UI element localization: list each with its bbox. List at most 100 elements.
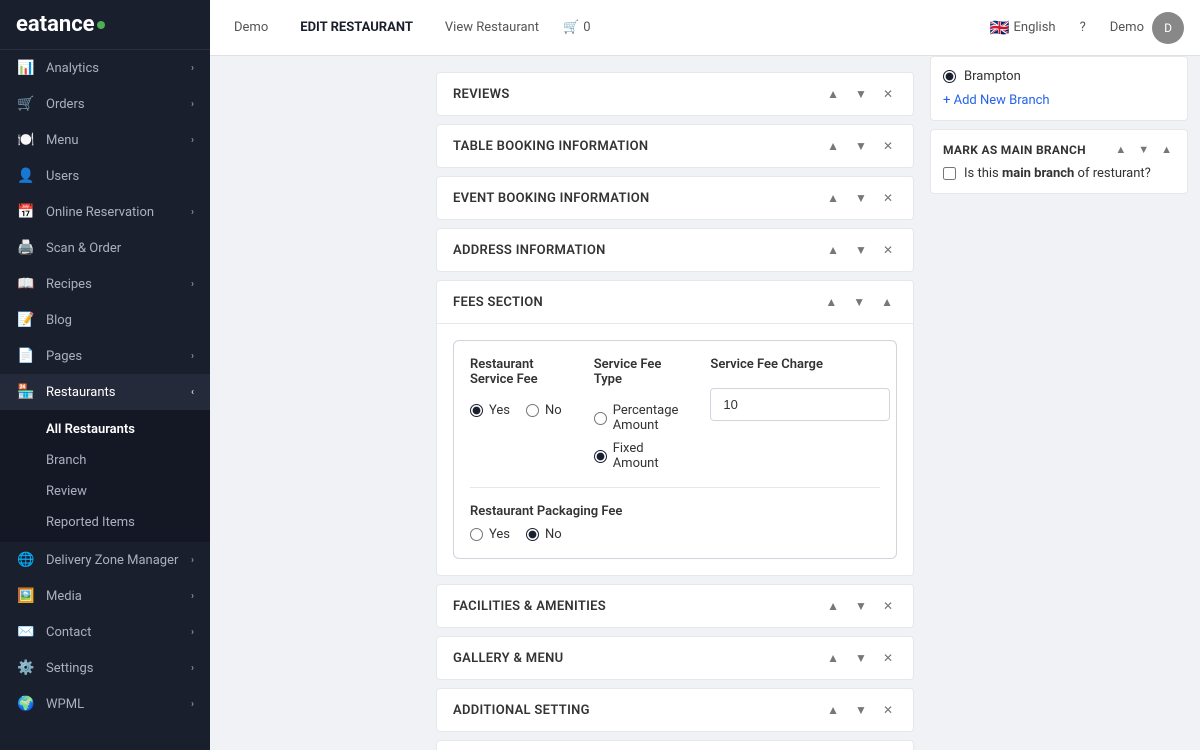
acc-down-btn[interactable]: ▼ [849,293,869,311]
sidebar-label-blog: Blog [46,313,72,328]
percentage-radio[interactable] [594,412,607,425]
accordion-fees: FEES SECTION ▲ ▼ ▲ Restaurant Service Fe… [436,280,914,576]
nav-language[interactable]: 🇬🇧 English [990,18,1056,37]
packaging-no-label[interactable]: No [526,527,562,542]
packaging-yes-label[interactable]: Yes [470,527,510,542]
accordion-event-booking-header[interactable]: EVENT BOOKING INFORMATION ▲ ▼ ✕ [437,177,913,219]
main-branch-up-btn[interactable]: ▲ [1112,142,1129,158]
sidebar-item-recipes[interactable]: 📖 Recipes › [0,266,210,302]
acc-close-btn[interactable]: ✕ [879,189,897,207]
sidebar-item-analytics[interactable]: 📊 Analytics › [0,50,210,86]
sidebar-item-online-reservation[interactable]: 📅 Online Reservation › [0,194,210,230]
acc-up-btn[interactable]: ▲ [823,189,843,207]
service-charge-input[interactable] [710,388,890,421]
fixed-label[interactable]: Fixed Amount [594,441,679,471]
acc-down-btn[interactable]: ▼ [851,241,871,259]
lang-label: English [1014,20,1056,35]
content-area: REVIEWS ▲ ▼ ✕ TABLE BOOKING INFORMATION … [420,56,930,750]
service-fee-yes-label[interactable]: Yes [470,403,510,418]
acc-down-btn[interactable]: ▼ [851,597,871,615]
acc-down-btn[interactable]: ▼ [851,137,871,155]
sidebar-item-media[interactable]: 🖼️ Media › [0,578,210,614]
fixed-radio[interactable] [594,450,607,463]
accordion-fees-header[interactable]: FEES SECTION ▲ ▼ ▲ [437,281,913,323]
sidebar-item-wpml[interactable]: 🌍 WPML › [0,686,210,722]
packaging-yes-radio[interactable] [470,528,483,541]
service-fee-col: Restaurant Service Fee Yes No [470,357,562,418]
acc-close-btn[interactable]: ✕ [879,85,897,103]
acc-up-btn[interactable]: ▲ [821,293,841,311]
sidebar-item-users[interactable]: 👤 Users [0,158,210,194]
acc-close-btn[interactable]: ✕ [879,241,897,259]
service-fee-radio-group: Yes No [470,403,562,418]
service-fee-yes-radio[interactable] [470,404,483,417]
accordion-event-booking: EVENT BOOKING INFORMATION ▲ ▼ ✕ [436,176,914,220]
sidebar-item-restaurants[interactable]: 🏪 Restaurants ‹ [0,374,210,410]
submenu-branch[interactable]: Branch [0,445,210,476]
acc-down-btn[interactable]: ▼ [851,649,871,667]
main-branch-checkbox[interactable] [943,167,956,180]
submenu-review[interactable]: Review [0,476,210,507]
packaging-no-radio[interactable] [526,528,539,541]
accordion-time-header[interactable]: TIME SETTING ▲ ▼ ✕ [437,741,913,750]
submenu-reported-items[interactable]: Reported Items [0,507,210,538]
nav-cart[interactable]: 🛒 0 [563,20,591,35]
service-fee-type-label: Service Fee Type [594,357,679,387]
acc-close-btn[interactable]: ✕ [879,137,897,155]
acc-down-btn[interactable]: ▼ [851,701,871,719]
acc-collapse-btn[interactable]: ▲ [877,293,897,311]
nav-help[interactable]: ? [1072,16,1094,39]
branch-radio[interactable] [943,70,956,83]
main-branch-down-btn[interactable]: ▼ [1135,142,1152,158]
accordion-controls: ▲ ▼ ✕ [823,85,897,103]
acc-up-btn[interactable]: ▲ [823,137,843,155]
percentage-label[interactable]: Percentage Amount [594,403,679,433]
acc-up-btn[interactable]: ▲ [823,85,843,103]
service-fee-no-radio[interactable] [526,404,539,417]
packaging-fee-row: Restaurant Packaging Fee Yes No [470,487,880,542]
pages-icon: 📄 [16,348,36,364]
accordion-address-label: ADDRESS INFORMATION [453,243,606,258]
sidebar-item-pages[interactable]: 📄 Pages › [0,338,210,374]
acc-up-btn[interactable]: ▲ [823,241,843,259]
acc-up-btn[interactable]: ▲ [823,597,843,615]
add-branch-link[interactable]: + Add New Branch [943,93,1050,108]
sidebar-item-blog[interactable]: 📝 Blog [0,302,210,338]
nav-user[interactable]: Demo D [1110,12,1184,44]
acc-up-btn[interactable]: ▲ [823,701,843,719]
service-fee-no-label[interactable]: No [526,403,562,418]
sidebar-label-users: Users [46,169,79,184]
nav-demo[interactable]: Demo [226,16,276,39]
acc-down-btn[interactable]: ▼ [851,85,871,103]
sidebar-item-menu[interactable]: 🍽️ Menu › [0,122,210,158]
acc-close-btn[interactable]: ✕ [879,597,897,615]
nav-edit-restaurant[interactable]: EDIT RESTAURANT [292,16,421,39]
packaging-fee-label: Restaurant Packaging Fee [470,504,880,519]
sidebar-item-contact[interactable]: ✉️ Contact › [0,614,210,650]
right-panel: Brampton + Add New Branch MARK AS MAIN B… [930,56,1200,750]
nav-view-restaurant[interactable]: View Restaurant [437,16,547,39]
sidebar-item-settings[interactable]: ⚙️ Settings › [0,650,210,686]
main-branch-checkbox-label[interactable]: Is this main branch of resturant? [943,166,1175,181]
accordion-table-booking-header[interactable]: TABLE BOOKING INFORMATION ▲ ▼ ✕ [437,125,913,167]
accordion-gallery-header[interactable]: GALLERY & MENU ▲ ▼ ✕ [437,637,913,679]
acc-up-btn[interactable]: ▲ [823,649,843,667]
sidebar-item-orders[interactable]: 🛒 Orders › [0,86,210,122]
service-fee-type-col: Service Fee Type Percentage Amount Fixed… [594,357,679,471]
accordion-facilities-header[interactable]: FACILITIES & AMENITIES ▲ ▼ ✕ [437,585,913,627]
accordion-controls: ▲ ▼ ✕ [823,137,897,155]
sidebar-item-delivery-zone[interactable]: 🌐 Delivery Zone Manager › [0,542,210,578]
accordion-additional-label: ADDITIONAL SETTING [453,703,590,718]
acc-down-btn[interactable]: ▼ [851,189,871,207]
acc-close-btn[interactable]: ✕ [879,649,897,667]
service-charge-col: Service Fee Charge [710,357,890,421]
accordion-reviews-header[interactable]: REVIEWS ▲ ▼ ✕ [437,73,913,115]
sidebar-item-scan-order[interactable]: 🖨️ Scan & Order [0,230,210,266]
chevron-icon: › [191,207,194,218]
main-branch-close-btn[interactable]: ▲ [1158,142,1175,158]
accordion-additional-header[interactable]: ADDITIONAL SETTING ▲ ▼ ✕ [437,689,913,731]
submenu-all-restaurants[interactable]: All Restaurants [0,414,210,445]
acc-close-btn[interactable]: ✕ [879,701,897,719]
accordion-address-header[interactable]: ADDRESS INFORMATION ▲ ▼ ✕ [437,229,913,271]
accordion-facilities-label: FACILITIES & AMENITIES [453,599,606,614]
